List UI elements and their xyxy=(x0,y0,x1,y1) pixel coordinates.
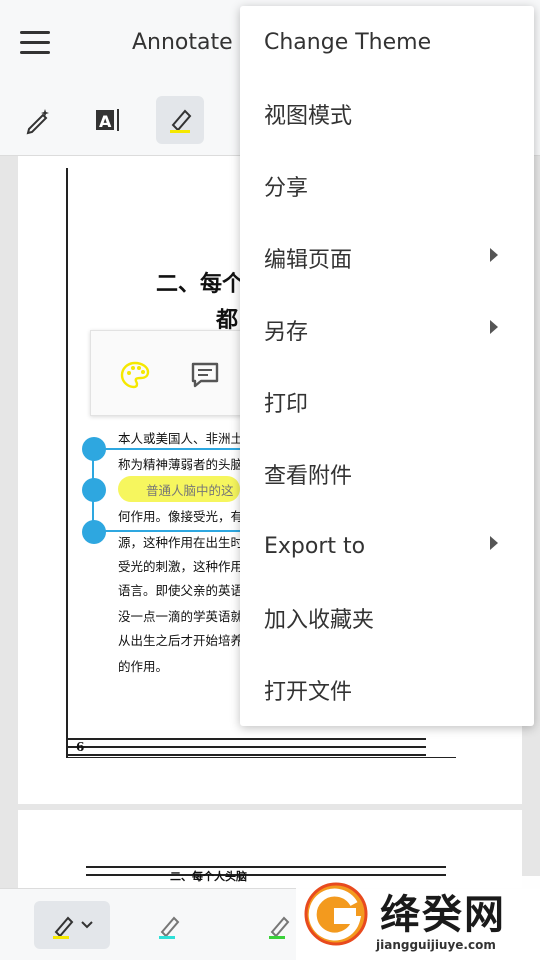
menu-item-label: 编辑页面 xyxy=(264,248,353,273)
magic-pen-icon[interactable] xyxy=(14,96,62,144)
watermark-title: 绛癸网 xyxy=(380,891,506,938)
menu-item-label: 加入收藏夹 xyxy=(264,608,375,633)
page-number: 6 xyxy=(76,740,85,754)
menu-item-change-theme[interactable]: Change Theme xyxy=(240,6,534,78)
watermark-url: jiangguijiuye.com xyxy=(376,938,496,952)
text-select-icon[interactable]: A xyxy=(84,96,132,144)
menu-item-view-mode[interactable]: 视图模式 xyxy=(240,78,534,150)
chevron-down-icon xyxy=(81,921,93,929)
text-line: 没一点一滴的学英语就 xyxy=(118,609,244,624)
selection-handle-bottom[interactable] xyxy=(82,520,106,544)
menu-item-add-to-favorites[interactable]: 加入收藏夹 xyxy=(240,582,534,654)
menu-item-label: 另存 xyxy=(264,320,309,345)
menu-item-export-to[interactable]: Export to xyxy=(240,510,534,582)
menu-item-share[interactable]: 分享 xyxy=(240,150,534,222)
menu-item-open-file[interactable]: 打开文件 xyxy=(240,654,534,726)
submenu-arrow-icon xyxy=(490,248,498,262)
watermark: 绛癸网 jiangguijiuye.com xyxy=(296,876,540,960)
menu-item-label: 分享 xyxy=(264,176,309,201)
app-title: Annotate xyxy=(132,30,233,55)
menu-item-label: 视图模式 xyxy=(264,104,353,129)
overflow-menu: Change Theme 视图模式 分享 编辑页面 另存 打印 查看附件 Exp… xyxy=(240,6,534,726)
palette-icon[interactable] xyxy=(117,357,153,393)
text-line: 的作用。 xyxy=(118,659,169,674)
menu-item-label: 打印 xyxy=(264,392,309,417)
text-line: 普通人脑中的这 xyxy=(146,483,234,498)
menu-item-label: 查看附件 xyxy=(264,464,353,489)
staff-line xyxy=(66,746,426,748)
staff-line xyxy=(66,754,426,756)
text-line: 受光的刺激，这种作用 xyxy=(118,559,244,574)
submenu-arrow-icon xyxy=(490,536,498,550)
pen-icon xyxy=(269,916,290,939)
pen-yellow-button[interactable] xyxy=(34,901,110,949)
selection-bar xyxy=(92,448,242,450)
annotation-popup xyxy=(90,330,250,416)
submenu-arrow-icon xyxy=(490,320,498,334)
menu-item-label: Change Theme xyxy=(264,29,432,55)
text-line: 何作用。像接受光，有 xyxy=(118,509,244,524)
page2-heading: 二、每个人头脑 xyxy=(170,870,247,883)
staff-line xyxy=(86,866,446,868)
selection-handle-top[interactable] xyxy=(82,437,106,461)
menu-item-label: Export to xyxy=(264,533,366,559)
pen-icon xyxy=(159,916,180,939)
staff-line xyxy=(66,738,426,740)
svg-text:A: A xyxy=(99,112,112,131)
text-line: 源，这种作用在出生时 xyxy=(118,535,244,550)
text-line: 从出生之后才开始培养 xyxy=(118,633,244,648)
pen-icon xyxy=(53,916,74,939)
text-line: 语言。即使父亲的英语 xyxy=(118,583,244,598)
text-line: 称为精神薄弱者的头脑 xyxy=(118,457,244,472)
page-heading: 二、每个 xyxy=(156,271,245,297)
comment-icon[interactable] xyxy=(187,357,223,393)
menu-icon[interactable] xyxy=(14,24,58,62)
menu-item-label: 打开文件 xyxy=(264,680,353,705)
menu-item-edit-pages[interactable]: 编辑页面 xyxy=(240,222,534,294)
watermark-logo-icon xyxy=(304,882,368,946)
pen-cyan-button[interactable] xyxy=(146,901,194,949)
menu-item-print[interactable]: 打印 xyxy=(240,366,534,438)
text-line: 本人或美国人、非洲土 xyxy=(118,431,244,446)
selection-handle-middle[interactable] xyxy=(82,478,106,502)
menu-item-save-as[interactable]: 另存 xyxy=(240,294,534,366)
menu-item-view-attachments[interactable]: 查看附件 xyxy=(240,438,534,510)
highlighter-icon[interactable] xyxy=(156,96,204,144)
selection-bar xyxy=(92,530,242,532)
